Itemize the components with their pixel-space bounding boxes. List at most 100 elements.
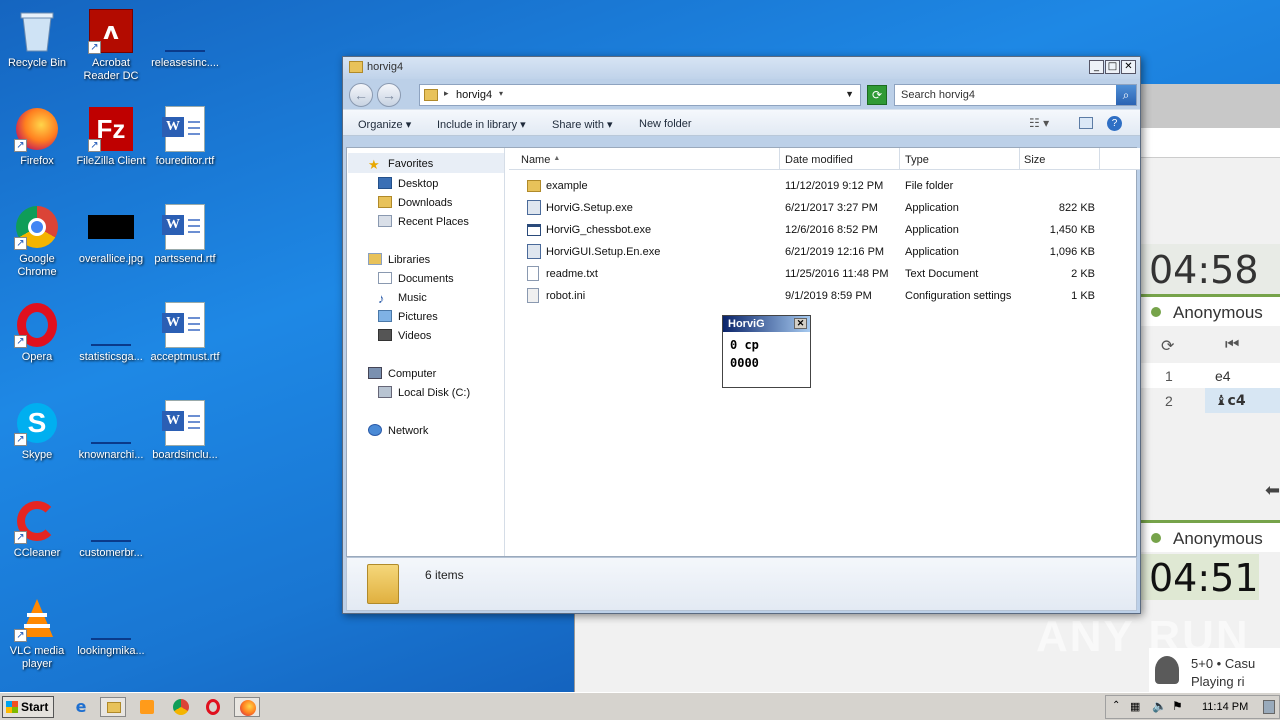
desktop-icon-recycle-bin[interactable]: Recycle Bin: [0, 8, 74, 70]
view-options-icon[interactable]: ☷ ▾: [1029, 116, 1049, 130]
system-tray: ⌃ ▦ 🔈 ⚑ 11:14 PM: [1105, 695, 1280, 719]
libraries-icon: [368, 253, 382, 265]
horvig-move: 0000: [730, 356, 759, 370]
file-row-robot-ini[interactable]: robot.ini 9/1/2019 8:59 PM Configuration…: [509, 285, 1136, 307]
horvig-popup: HorviG ✕ 0 cp 0000: [722, 315, 811, 388]
internet-explorer-icon[interactable]: e: [68, 697, 94, 717]
desktop-icon-partssend[interactable]: W partssend.rtf: [148, 204, 222, 266]
address-bar[interactable]: ▸ horvig4 ▾ ▼: [419, 84, 861, 106]
file-row-horvig-chessbot[interactable]: HorviG_chessbot.exe 12/6/2016 8:52 PM Ap…: [509, 219, 1136, 241]
desktop-icon-releasesinc[interactable]: releasesinc....: [148, 8, 222, 70]
desktop-icon-acrobat[interactable]: ᴧ ↗ Acrobat Reader DC: [74, 8, 148, 83]
folder-icon: [349, 61, 363, 73]
nav-desktop[interactable]: Desktop: [378, 177, 438, 190]
desktop-icon-customerbr[interactable]: customerbr...: [74, 498, 148, 560]
nav-pictures[interactable]: Pictures: [378, 310, 438, 323]
nav-recent-places[interactable]: Recent Places: [378, 215, 469, 228]
opera-taskbar-icon[interactable]: [200, 697, 226, 717]
desktop-icon-vlc[interactable]: ↗ VLC media player: [0, 596, 74, 671]
blank-file-icon: [162, 8, 208, 54]
desktop-icon-acceptmust[interactable]: W acceptmust.rtf: [148, 302, 222, 364]
title-bar[interactable]: horvig4 _ □ ✕: [343, 57, 1140, 79]
application-icon: [527, 224, 541, 236]
organize-button[interactable]: Organize ▾: [358, 118, 411, 131]
new-folder-button[interactable]: New folder: [639, 118, 692, 130]
desktop-icon-filezilla[interactable]: Fz ↗ FileZilla Client: [74, 106, 148, 168]
desktop-icon-ccleaner[interactable]: ↗ CCleaner: [0, 498, 74, 560]
file-row-horvigui-setup[interactable]: HorviGUI.Setup.En.exe 6/21/2019 12:16 PM…: [509, 241, 1136, 263]
taskbar: Start e ⌃ ▦ 🔈 ⚑ 11:14 PM: [0, 692, 1280, 720]
show-desktop-button[interactable]: [1263, 700, 1275, 714]
clock[interactable]: 11:14 PM: [1202, 701, 1248, 713]
arrow-left-icon[interactable]: ⬅: [1265, 480, 1280, 501]
start-button[interactable]: Start: [2, 696, 54, 718]
nav-favorites[interactable]: ★ Favorites: [368, 157, 433, 172]
address-row: ← → ▸ horvig4 ▾ ▼ ⟳ Search horvig4 ⌕: [343, 79, 1140, 109]
move-row[interactable]: 2 ♝c4: [1141, 388, 1280, 413]
firefox-taskbar-icon[interactable]: [234, 697, 260, 717]
close-icon[interactable]: ✕: [794, 318, 807, 329]
maximize-button[interactable]: □: [1105, 60, 1120, 74]
setup-icon: [527, 200, 541, 215]
column-header-size[interactable]: Size: [1020, 148, 1100, 170]
horvig-eval: 0 cp: [730, 338, 759, 352]
desktop-icon-knownarchi[interactable]: knownarchi...: [74, 400, 148, 462]
nav-network[interactable]: Network: [368, 424, 428, 437]
network-tray-icon[interactable]: ▦: [1130, 700, 1140, 713]
player-top: Anonymous: [1141, 294, 1280, 326]
search-icon[interactable]: ⌕: [1116, 85, 1136, 105]
move-row[interactable]: 1 e4: [1141, 363, 1280, 388]
nav-downloads[interactable]: Downloads: [378, 196, 452, 209]
media-player-icon[interactable]: [134, 697, 160, 717]
desktop-icon-statisticsga[interactable]: statisticsga...: [74, 302, 148, 364]
desktop-icon-boardsinclu[interactable]: W boardsinclu...: [148, 400, 222, 462]
ccleaner-icon: ↗: [14, 498, 60, 544]
action-center-flag-icon[interactable]: ⚑: [1172, 699, 1183, 713]
share-with-button[interactable]: Share with ▾: [552, 118, 613, 131]
breadcrumb-dropdown-icon[interactable]: ▾: [499, 89, 503, 98]
back-button[interactable]: ←: [349, 83, 373, 107]
horvig-title-bar[interactable]: HorviG ✕: [723, 316, 810, 332]
desktop-icon-lookingmika[interactable]: lookingmika...: [74, 596, 148, 658]
preview-pane-icon[interactable]: [1079, 117, 1093, 129]
volume-icon[interactable]: 🔈: [1152, 699, 1167, 713]
file-row-readme[interactable]: readme.txt 11/25/2016 11:48 PM Text Docu…: [509, 263, 1136, 285]
nav-music[interactable]: ♪ Music: [378, 291, 427, 306]
desktop-icon-chrome[interactable]: ↗ Google Chrome: [0, 204, 74, 279]
desktop-icon: [378, 177, 392, 189]
flip-board-icon[interactable]: ⟳: [1161, 336, 1174, 355]
desktop-icon-opera[interactable]: ↗ Opera: [0, 302, 74, 364]
first-move-icon[interactable]: ⏮: [1225, 334, 1239, 354]
desktop-icon-foureditor[interactable]: W foureditor.rtf: [148, 106, 222, 168]
column-header-type[interactable]: Type: [900, 148, 1020, 170]
breadcrumb[interactable]: horvig4: [456, 89, 492, 101]
desktop-icon-overallice[interactable]: overallice.jpg: [74, 204, 148, 266]
nav-computer[interactable]: Computer: [368, 367, 436, 380]
breadcrumb-arrow-icon[interactable]: ▸: [444, 88, 449, 99]
explorer-taskbar-icon[interactable]: [100, 697, 126, 717]
include-in-library-button[interactable]: Include in library ▾: [437, 118, 526, 131]
refresh-icon[interactable]: ⟳: [867, 85, 887, 105]
nav-videos[interactable]: Videos: [378, 329, 431, 342]
details-pane: 6 items: [346, 557, 1137, 611]
blank-file-icon: [88, 302, 134, 348]
image-file-icon: [88, 204, 134, 250]
address-history-dropdown[interactable]: ▼: [845, 89, 854, 99]
nav-libraries[interactable]: Libraries: [368, 253, 430, 266]
close-button[interactable]: ✕: [1121, 60, 1136, 74]
desktop-icon-skype[interactable]: S ↗ Skype: [0, 400, 74, 462]
search-input[interactable]: Search horvig4 ⌕: [894, 84, 1137, 106]
column-header-date[interactable]: Date modified: [780, 148, 900, 170]
desktop-icon-firefox[interactable]: ↗ Firefox: [0, 106, 74, 168]
text-document-icon: [527, 266, 539, 281]
nav-local-disk[interactable]: Local Disk (C:): [378, 386, 470, 399]
nav-documents[interactable]: Documents: [378, 272, 454, 285]
column-header-name[interactable]: Name ▲: [509, 148, 780, 170]
minimize-button[interactable]: _: [1089, 60, 1104, 74]
help-icon[interactable]: ?: [1107, 116, 1122, 131]
chrome-taskbar-icon[interactable]: [168, 697, 194, 717]
file-row-horvig-setup[interactable]: HorviG.Setup.exe 6/21/2017 3:27 PM Appli…: [509, 197, 1136, 219]
file-row-example[interactable]: example 11/12/2019 9:12 PM File folder: [509, 175, 1136, 197]
show-hidden-icons-icon[interactable]: ⌃: [1112, 700, 1120, 711]
forward-button[interactable]: →: [377, 83, 401, 107]
